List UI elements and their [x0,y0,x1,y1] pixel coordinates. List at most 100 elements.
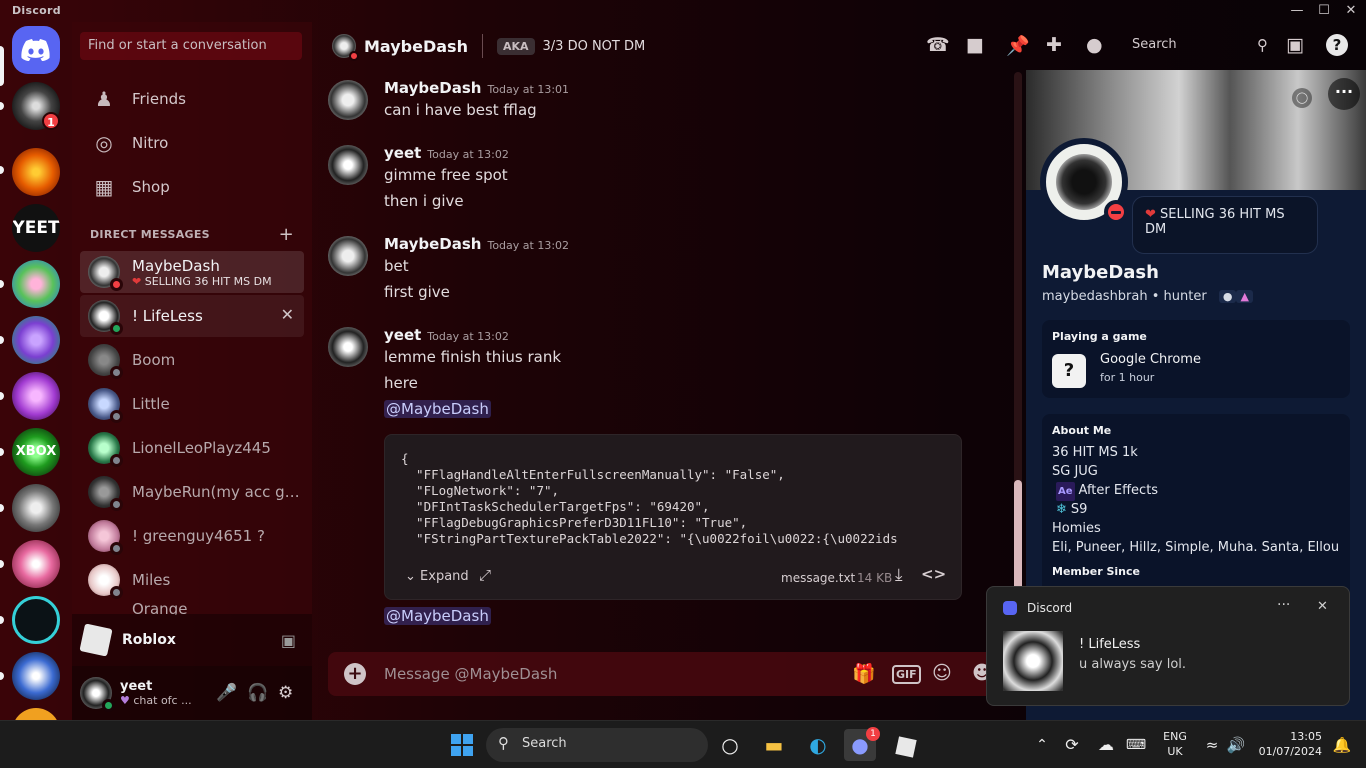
nav-shop[interactable]: ▦ Shop [80,166,304,208]
server-icon-11[interactable] [12,652,60,700]
profile-avatar[interactable] [1040,138,1128,226]
message-author[interactable]: yeet [384,326,421,344]
nitro-badge-icon[interactable]: ● [1218,290,1237,303]
message-avatar[interactable] [328,236,368,276]
message-text: can i have best fflag [384,101,537,119]
server-icon-12[interactable] [12,708,60,720]
user-profile-toggle-icon[interactable]: ● [1086,34,1103,56]
user-avatar[interactable] [80,677,115,712]
dm-item-little[interactable]: Little [80,383,304,425]
server-icon-8[interactable] [12,484,60,532]
volume-icon[interactable]: 🔊 [1220,729,1252,761]
dm-item-boom[interactable]: Boom [80,339,304,381]
server-icon-6[interactable] [12,372,60,420]
home-button[interactable] [12,26,60,74]
unread-pill [0,280,4,288]
download-icon[interactable]: ⤓ [895,565,903,585]
nav-label: Nitro [132,134,169,152]
pinned-messages-icon[interactable]: 📌 [1006,34,1030,57]
dnd-status-icon [349,51,359,61]
message-composer[interactable]: + Message @MaybeDash 🎁 GIF ☺ ☻ [328,652,1018,696]
s9-emoji-icon: ❄ [1056,502,1067,517]
attachment-footer: ⌄ Expand ⤢ message.txt 14 KB ⤓ <> [385,557,961,599]
message-author[interactable]: MaybeDash [384,235,481,253]
create-dm-button[interactable]: + [279,224,294,245]
dm-item-maybedash[interactable]: MaybeDash ❤ SELLING 36 HIT MS DM [80,251,304,293]
cloud-icon[interactable]: ☁ [1090,729,1122,761]
discord-taskbar-icon[interactable]: ● 1 [844,727,880,761]
fullscreen-icon[interactable]: ⤢ [479,566,491,584]
file-explorer-icon[interactable]: ▬ [758,729,790,761]
notifications-bell-icon[interactable]: 🔔 [1326,729,1358,761]
server-icon-2[interactable] [12,148,60,196]
settings-gear-icon[interactable]: ⚙ [278,683,293,703]
inbox-icon[interactable]: ▣ [1286,34,1304,56]
server-icon-yeet[interactable]: YEET [12,204,60,252]
search-input[interactable]: Search ⚲ [1130,32,1270,60]
gif-icon[interactable]: GIF [892,665,921,684]
user-status-text: chat ofc ... [133,694,192,707]
toast-close-icon[interactable]: ✕ [1317,599,1328,614]
message-input[interactable]: Message @MaybeDash [384,665,557,683]
server-icon-xbox[interactable]: XBOX [12,428,60,476]
server-icon-10[interactable] [12,596,60,644]
add-friends-to-dm-icon[interactable]: ✚ [1046,34,1062,56]
sync-icon[interactable]: ⟳ [1056,729,1088,761]
server-icon-9[interactable] [12,540,60,588]
message-author[interactable]: yeet [384,144,421,162]
microphone-icon[interactable]: 🎤 [216,683,237,703]
dm-item-greenguy[interactable]: ! greenguy4651 ? [80,515,304,557]
message-avatar[interactable] [328,80,368,120]
maximize-button[interactable]: ☐ [1309,2,1339,20]
boost-badge-icon[interactable]: ▲ [1236,290,1253,303]
notification-toast[interactable]: Discord ··· ✕ ! LifeLess u always say lo… [986,586,1350,706]
chat-scrollbar[interactable] [1014,72,1022,650]
gift-icon[interactable]: 🎁 [852,662,876,685]
server-icon-4[interactable] [12,260,60,308]
keyboard-icon[interactable]: ⌨ [1120,729,1152,761]
headphones-icon[interactable]: 🎧 [247,683,268,703]
find-conversation-input[interactable]: Find or start a conversation [80,32,302,60]
aka-badge: AKA [496,37,535,55]
taskbar-search[interactable]: ⚲ Search [486,728,708,762]
profile-username: maybedashbrah [1042,289,1148,304]
view-raw-icon[interactable]: <> [921,565,946,583]
dm-item-miles[interactable]: Miles [80,559,304,601]
nav-friends[interactable]: ♟ Friends [80,78,304,120]
nav-nitro[interactable]: ◎ Nitro [80,122,304,164]
toast-options-icon[interactable]: ··· [1277,597,1290,613]
screen-share-icon[interactable]: ▣ [281,631,296,650]
start-menu-icon[interactable] [446,729,478,761]
dm-item-mayberun[interactable]: MaybeRun(my acc got... [80,471,304,513]
nav-label: Shop [132,178,170,196]
mouse-app-icon[interactable]: ○ [714,729,746,761]
voice-call-icon[interactable]: ☎ [926,34,950,56]
attach-plus-icon[interactable]: + [344,663,366,685]
dm-item-lifeless[interactable]: ! LifeLess ✕ [80,295,304,337]
activity-panel: Roblox ▣ [72,614,312,666]
discord-logo-icon [21,39,50,61]
more-options-icon[interactable]: ··· [1328,78,1360,110]
user-mention[interactable]: @MaybeDash [384,400,491,418]
minimize-button[interactable]: — [1282,2,1312,20]
dm-item-lionel[interactable]: LionelLeoPlayz445 [80,427,304,469]
close-window-button[interactable]: ✕ [1336,2,1366,20]
message-avatar[interactable] [328,145,368,185]
edge-browser-icon[interactable]: ◐ [802,729,834,761]
message-avatar[interactable] [328,327,368,367]
help-icon[interactable]: ? [1326,34,1348,56]
video-call-icon[interactable]: ■ [966,34,984,56]
language-indicator[interactable]: ENG UK [1158,729,1192,759]
message-author[interactable]: MaybeDash [384,79,481,97]
show-hidden-icons[interactable]: ⌃ [1026,729,1058,761]
user-mention[interactable]: @MaybeDash [384,607,491,625]
sticker-icon[interactable]: ☺ [932,662,952,684]
attachment-filename[interactable]: message.txt [781,571,855,585]
roblox-taskbar-icon[interactable] [890,729,922,761]
about-line: 36 HIT MS 1k [1052,445,1138,460]
aka-names[interactable]: 3/3 DO NOT DM [543,39,646,54]
expand-button[interactable]: ⌄ Expand [405,569,469,584]
server-icon-5[interactable] [12,316,60,364]
close-dm-icon[interactable]: ✕ [281,305,294,324]
clock[interactable]: 13:05 01/07/2024 [1250,729,1322,759]
